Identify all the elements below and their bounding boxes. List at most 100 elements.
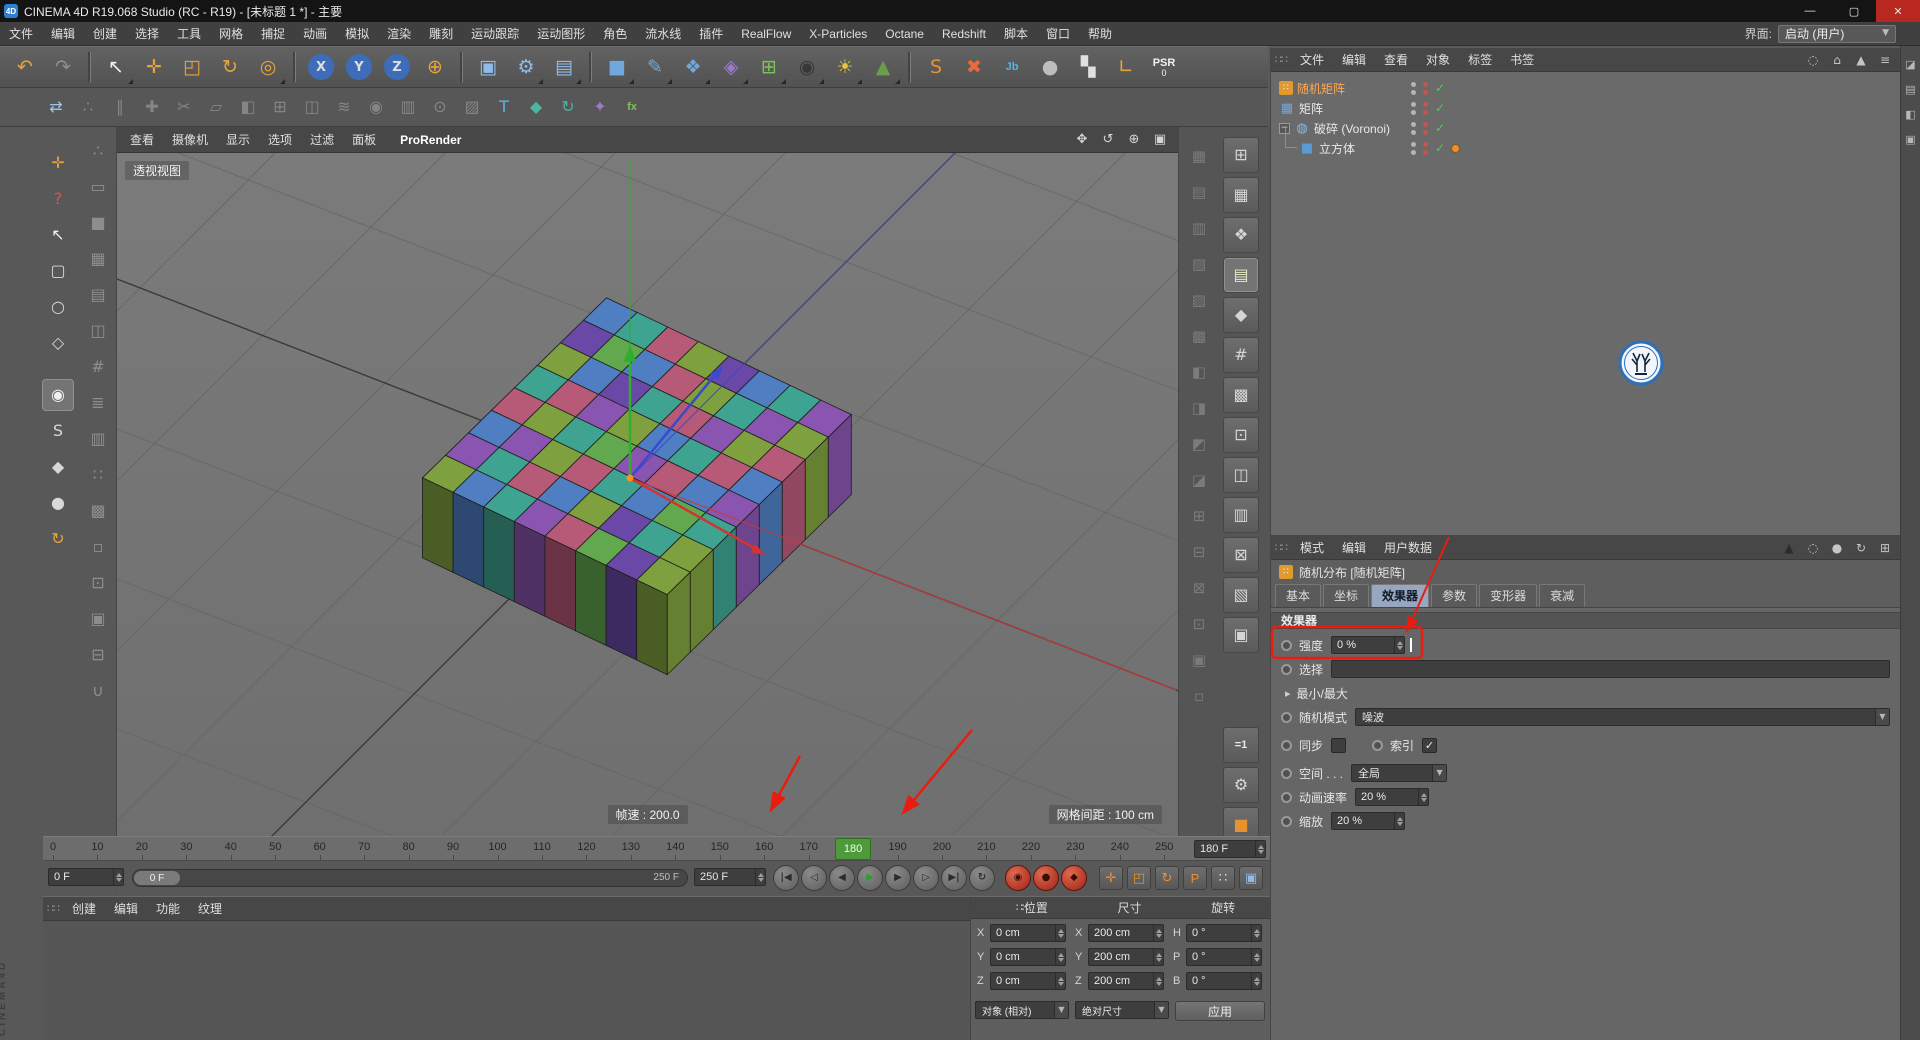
workplane-mode-icon[interactable]: ◫: [82, 315, 114, 347]
main-menu-11[interactable]: 运动跟踪: [462, 22, 528, 46]
anim-dot-icon[interactable]: [1281, 663, 1292, 675]
spinner[interactable]: [1251, 949, 1261, 965]
keyframe-presets-button[interactable]: ◆: [1061, 865, 1087, 891]
next-frame-button[interactable]: ▶: [885, 865, 911, 891]
motext-icon[interactable]: T: [488, 91, 520, 123]
material-menu-2[interactable]: 功能: [147, 897, 189, 921]
tab-1[interactable]: 坐标: [1323, 584, 1370, 607]
z-axis-lock-icon[interactable]: Z: [378, 48, 416, 86]
main-menu-7[interactable]: 动画: [294, 22, 336, 46]
main-menu-4[interactable]: 工具: [168, 22, 210, 46]
viewport-menu-1[interactable]: 摄像机: [163, 127, 217, 153]
grid-c-icon[interactable]: ∷: [82, 459, 114, 491]
view-toggle-icon[interactable]: ▣: [1150, 130, 1170, 150]
main-menu-12[interactable]: 运动图形: [528, 22, 594, 46]
coord-field[interactable]: 0 cm: [990, 924, 1066, 942]
palette-a6-icon[interactable]: ▩: [1184, 321, 1214, 351]
view-orbit-icon[interactable]: ↺: [1098, 130, 1118, 150]
add-point-tool-icon[interactable]: ∴: [72, 91, 104, 123]
close-hole-icon[interactable]: ▱: [200, 91, 232, 123]
texture-mode-icon[interactable]: ▦: [82, 243, 114, 275]
live-select-mouse-icon[interactable]: ◉: [42, 379, 74, 411]
object-manager-menu-1[interactable]: 编辑: [1333, 48, 1375, 72]
main-menu-14[interactable]: 流水线: [636, 22, 690, 46]
key-pla-toggle[interactable]: ∷: [1211, 866, 1235, 890]
rect-select-icon[interactable]: ▢: [42, 255, 74, 287]
lasso-select-icon[interactable]: ○: [42, 291, 74, 323]
add-generator-icon[interactable]: ❖: [674, 48, 712, 86]
rotate-tool-icon[interactable]: ↻: [211, 48, 249, 86]
plugin-jb-icon[interactable]: Jb: [993, 48, 1031, 86]
coord-field[interactable]: 0 cm: [990, 948, 1066, 966]
main-menu-0[interactable]: 文件: [0, 22, 42, 46]
simulate-icon[interactable]: S: [917, 48, 955, 86]
anim-dot-icon[interactable]: [1372, 739, 1384, 751]
edges-mode-icon[interactable]: ▭: [82, 171, 114, 203]
main-menu-6[interactable]: 捕捉: [252, 22, 294, 46]
select-cursor-icon[interactable]: ↖: [42, 219, 74, 251]
add-deformer-icon[interactable]: ◈: [712, 48, 750, 86]
scale-tool-icon[interactable]: ◰: [173, 48, 211, 86]
workplane-icon[interactable]: ∟: [1107, 48, 1145, 86]
axis-mode-icon[interactable]: #: [82, 351, 114, 383]
mesh-b13-icon[interactable]: ▣: [1223, 617, 1259, 653]
undo-icon[interactable]: ↶: [6, 48, 44, 86]
om-search-icon[interactable]: ◌: [1804, 51, 1822, 69]
tab-3[interactable]: 参数: [1431, 584, 1478, 607]
bridge-tool-icon[interactable]: ∥: [104, 91, 136, 123]
visibility-dots[interactable]: [1411, 141, 1416, 155]
grid-e-icon[interactable]: ▫: [82, 531, 114, 563]
spinner[interactable]: [1055, 949, 1065, 965]
viewport-menu-prorender[interactable]: ProRender: [391, 127, 470, 153]
dock-d-icon[interactable]: ▣: [1903, 131, 1919, 147]
palette-a3-icon[interactable]: ▥: [1184, 213, 1214, 243]
brush-icon[interactable]: ▨: [456, 91, 488, 123]
dock-a-icon[interactable]: ◪: [1903, 56, 1919, 72]
palette-a8-icon[interactable]: ◨: [1184, 393, 1214, 423]
drag-handle-icon[interactable]: ∷∷: [1275, 54, 1288, 65]
coord-field[interactable]: 0 °: [1186, 948, 1262, 966]
main-menu-3[interactable]: 选择: [126, 22, 168, 46]
dock-b-icon[interactable]: ▤: [1903, 81, 1919, 97]
am-search-icon[interactable]: ◌: [1804, 539, 1822, 557]
mesh-b1-icon[interactable]: ⊞: [1223, 137, 1259, 173]
main-menu-20[interactable]: 脚本: [995, 22, 1037, 46]
spinner[interactable]: [1153, 925, 1163, 941]
spinner[interactable]: [1153, 973, 1163, 989]
move-tool-icon[interactable]: ✛: [135, 48, 173, 86]
main-menu-21[interactable]: 窗口: [1037, 22, 1079, 46]
coord-field[interactable]: 0 °: [1186, 972, 1262, 990]
palette-a11-icon[interactable]: ⊞: [1184, 501, 1214, 531]
drag-handle-icon[interactable]: ∷∷: [1275, 542, 1288, 553]
viewport-canvas[interactable]: 透视视图 帧速 : 200.0 网格间距 : 100 cm: [117, 153, 1178, 836]
points-mode-icon[interactable]: ∴: [82, 135, 114, 167]
helix-icon[interactable]: ↻: [552, 91, 584, 123]
spinner[interactable]: [1418, 789, 1428, 805]
main-menu-15[interactable]: 插件: [690, 22, 732, 46]
main-menu-13[interactable]: 角色: [594, 22, 636, 46]
grid-a-icon[interactable]: ≣: [82, 387, 114, 419]
add-spline-icon[interactable]: ✎: [636, 48, 674, 86]
loop-button[interactable]: ↻: [969, 865, 995, 891]
material-menu-1[interactable]: 编辑: [105, 897, 147, 921]
anim-dot-icon[interactable]: [1281, 791, 1292, 803]
mesh-b4-icon[interactable]: ▤: [1223, 257, 1259, 293]
next-key-button[interactable]: ▷: [913, 865, 939, 891]
poly-select-icon[interactable]: ◇: [42, 327, 74, 359]
viewport-menu-0[interactable]: 查看: [121, 127, 163, 153]
object-manager-menu-0[interactable]: 文件: [1291, 48, 1333, 72]
x-axis-lock-icon[interactable]: X: [302, 48, 340, 86]
visibility-dots[interactable]: [1411, 101, 1416, 115]
key-position-toggle[interactable]: ✛: [1099, 866, 1123, 890]
magnet-icon[interactable]: ◉: [360, 91, 392, 123]
y-axis-lock-icon[interactable]: Y: [340, 48, 378, 86]
palette-a13-icon[interactable]: ⊠: [1184, 573, 1214, 603]
palette-a4-icon[interactable]: ▧: [1184, 249, 1214, 279]
render-view-icon[interactable]: ▣: [469, 48, 507, 86]
main-menu-17[interactable]: X-Particles: [800, 22, 876, 46]
extrude-icon[interactable]: ⊞: [264, 91, 296, 123]
xparticles-icon[interactable]: ✖: [955, 48, 993, 86]
key-scale-toggle[interactable]: ◰: [1127, 866, 1151, 890]
render-menu-icon[interactable]: ▤: [545, 48, 583, 86]
palette-a12-icon[interactable]: ⊟: [1184, 537, 1214, 567]
